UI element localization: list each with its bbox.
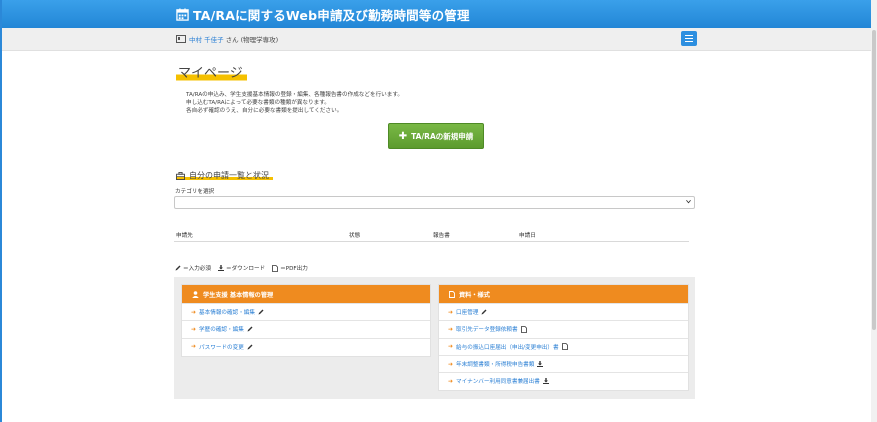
documents-panel-title: 資料・様式 [459,291,490,299]
window-left-edge [0,0,2,422]
user-icon [192,290,199,298]
link-label: 口座管理 [456,310,479,317]
arrow-right-icon: ➜ [191,343,197,351]
briefcase-icon [176,171,185,180]
doc-link-year-end-adjustment[interactable]: ➜ 年末調整書類・所得税申告書類 [439,354,688,372]
legend-edit-text: ＝入力必須 [183,266,211,272]
legend-download-text: ＝ダウンロード [225,266,266,272]
link-label: マイナンバー利用同意書兼届出書 [456,379,540,386]
pencil-icon [481,309,487,315]
student-panel-title: 学生支援 基本情報の管理 [203,291,274,299]
pdf-icon [272,264,279,272]
doc-link-my-number[interactable]: ➜ マイナンバー利用同意書兼届出書 [439,372,688,389]
user-bar: 中村 千佳子 さん (物理学専攻) [2,28,871,51]
arrow-right-icon: ➜ [448,360,454,368]
document-icon [449,290,455,298]
column-header-status: 状態 [349,233,361,239]
column-header-report: 報告書 [433,233,450,239]
legend-download: ＝ダウンロード [217,264,266,272]
doc-link-salary-account[interactable]: ➜ 給与の振込口座届出（申出/変更申出）書 [439,337,688,355]
legend-edit: ＝入力必須 [175,264,211,272]
download-icon [217,265,224,271]
user-name-link[interactable]: 中村 千佳子 [189,34,224,44]
applications-section-title: 自分の申請一覧と状況 [176,170,273,181]
app-title: TA/RAに関するWeb申請及び勤務時間等の管理 [193,7,470,23]
applications-table-header: 申請先 状態 報告書 申請日 [174,229,689,242]
pencil-icon [175,265,181,271]
menu-toggle-button[interactable] [681,31,697,46]
vertical-scrollbar[interactable] [871,0,877,422]
link-label: 年末調整書類・所得税申告書類 [456,362,535,369]
student-info-panel: 学生支援 基本情報の管理 ➜ 基本情報の確認・編集 ➜ 学歴の確認・編集 ➜ パ… [181,284,431,357]
icon-legend: ＝入力必須 ＝ダウンロード ＝PDF出力 [175,264,308,272]
doc-link-vendor-registration[interactable]: ➜ 取引先データ登録依頼書 [439,320,688,337]
pencil-icon [247,326,253,332]
documents-panel-header: 資料・様式 [439,285,688,303]
arrow-right-icon: ➜ [448,343,454,351]
column-header-date: 申請日 [519,233,536,239]
student-link-education[interactable]: ➜ 学歴の確認・編集 [182,320,430,337]
student-panel-header: 学生支援 基本情報の管理 [182,285,430,303]
pencil-icon [258,309,264,315]
pdf-icon [561,343,568,351]
link-label: 取引先データ登録依頼書 [456,327,518,334]
page-title: マイページ [176,62,247,83]
id-card-icon [176,35,186,43]
new-application-button[interactable]: ✚ TA/RAの新規申請 [388,123,484,149]
app-header: TA/RAに関するWeb申請及び勤務時間等の管理 [2,0,871,28]
user-affiliation: (物理学専攻) [240,36,279,44]
column-header-destination: 申請先 [176,233,193,239]
user-info: 中村 千佳子 さん (物理学専攻) [176,34,278,44]
doc-link-account-management[interactable]: ➜ 口座管理 [439,303,688,320]
legend-pdf: ＝PDF出力 [272,264,308,272]
plus-icon: ✚ [398,130,408,142]
new-application-label: TA/RAの新規申請 [411,131,474,141]
link-label: 学歴の確認・編集 [199,327,244,334]
panels-container: 学生支援 基本情報の管理 ➜ 基本情報の確認・編集 ➜ 学歴の確認・編集 ➜ パ… [174,277,695,399]
student-link-basic-info[interactable]: ➜ 基本情報の確認・編集 [182,303,430,320]
link-label: 給与の振込口座届出（申出/変更申出）書 [456,344,559,351]
user-honorific: さん [225,36,239,44]
link-label: 基本情報の確認・編集 [199,310,255,317]
download-icon [537,361,544,368]
page-description: TA/RAの申込み、学生支援基本情報の登録・編集、各種報告書の作成などを行います… [186,91,403,115]
arrow-right-icon: ➜ [191,308,197,316]
arrow-right-icon: ➜ [191,325,197,333]
calendar-icon [176,7,189,21]
category-label: カテゴリを選択 [175,189,215,195]
pencil-icon [247,344,253,350]
chevron-down-icon [686,199,691,204]
category-select[interactable] [174,196,695,209]
arrow-right-icon: ➜ [448,308,454,316]
link-label: パスワードの変更 [199,344,244,351]
description-line: 各自必ず確認のうえ、自分に必要な書類を提出してください。 [186,108,343,114]
download-icon [542,378,549,385]
hamburger-icon [685,34,693,37]
student-link-password[interactable]: ➜ パスワードの変更 [182,337,430,355]
pdf-icon [520,326,527,333]
scrollbar-thumb[interactable] [872,30,876,330]
description-line: 申し込むTA/RAによって必要な書類の種類が異なります。 [186,100,330,106]
arrow-right-icon: ➜ [448,325,454,333]
description-line: TA/RAの申込み、学生支援基本情報の登録・編集、各種報告書の作成などを行います… [186,92,403,98]
applications-title-text: 自分の申請一覧と状況 [189,171,269,180]
arrow-right-icon: ➜ [448,377,454,385]
documents-panel: 資料・様式 ➜ 口座管理 ➜ 取引先データ登録依頼書 ➜ 給与の振込口座届出（申… [438,284,689,391]
legend-pdf-text: ＝PDF出力 [280,266,308,272]
